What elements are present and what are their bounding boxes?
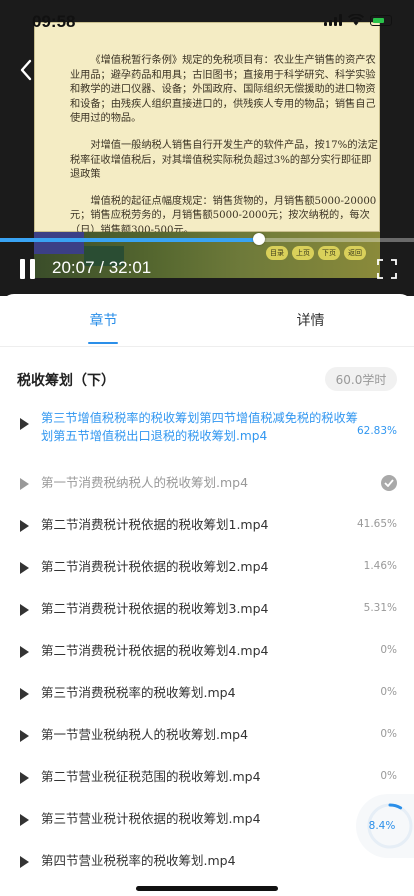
pause-button[interactable]: [18, 259, 38, 281]
lesson-title: 第一节营业税纳税人的税收筹划.mp4: [41, 727, 249, 742]
cellular-signal-icon: [324, 14, 342, 26]
lesson-title: 第二节营业税征税范围的税收筹划.mp4: [41, 769, 261, 784]
lesson-title: 第二节消费税计税依据的税收筹划2.mp4: [41, 559, 269, 574]
course-header: 税收筹划（下） 60.0学时: [0, 347, 414, 405]
lesson-item[interactable]: 第三节消费税税率的税收筹划.mp4 0%: [0, 673, 414, 715]
wifi-icon: [348, 14, 364, 26]
lesson-progress: 41.65%: [356, 518, 397, 530]
lesson-item[interactable]: 第一节营业税纳税人的税收筹划.mp4 0%: [0, 715, 414, 757]
overall-progress-label: 8.4%: [368, 820, 396, 832]
play-icon: [20, 772, 29, 784]
lesson-item[interactable]: 第三节增值税税率的税收筹划第四节增值税减免税的税收筹划第五节增值税出口退税的税收…: [0, 405, 414, 463]
lesson-item[interactable]: 第二节消费税计税依据的税收筹划2.mp4 1.46%: [0, 547, 414, 589]
play-icon: [20, 604, 29, 616]
slide-paragraph: 对增值一般纳税人销售自行开发生产的软件产品，按17%的法定税率征收增值税后，对其…: [70, 139, 378, 181]
chevron-left-icon: [20, 59, 32, 81]
lesson-title: 第二节消费税计税依据的税收筹划4.mp4: [41, 643, 269, 658]
player-controls: 20:07 / 32:01: [0, 250, 414, 290]
lesson-title: 第二节消费税计税依据的税收筹划3.mp4: [41, 601, 269, 616]
completed-check-icon: [381, 475, 397, 491]
tab-details[interactable]: 详情: [207, 294, 414, 346]
back-button[interactable]: [12, 56, 40, 84]
lesson-progress: 0%: [380, 728, 397, 740]
lesson-title: 第三节营业税计税依据的税收筹划.mp4: [41, 811, 261, 826]
playback-time: 20:07 / 32:01: [52, 258, 152, 277]
course-panel: 章节 详情 税收筹划（下） 60.0学时 第三节增值税税率的税收筹划第四节增值税…: [0, 294, 414, 896]
play-icon: [20, 646, 29, 658]
lesson-progress: 62.83%: [356, 425, 397, 437]
play-icon: [20, 814, 29, 826]
home-indicator: [136, 886, 278, 891]
pause-icon-bar: [20, 259, 25, 279]
tab-bar: 章节 详情: [0, 294, 414, 347]
play-icon: [20, 730, 29, 742]
play-icon: [20, 418, 29, 430]
status-icons: [324, 14, 392, 26]
lesson-item[interactable]: 第四节营业税税率的税收筹划.mp4: [0, 841, 414, 883]
course-hours-badge: 60.0学时: [325, 367, 397, 391]
active-tab-indicator: [88, 342, 118, 344]
play-icon: [20, 562, 29, 574]
pause-icon-bar: [30, 259, 35, 279]
overall-progress-widget[interactable]: 8.4%: [356, 794, 414, 858]
play-icon: [20, 856, 29, 868]
lesson-progress: 0%: [380, 770, 397, 782]
slide-text: 《增值税暂行条例》规定的免税项目有：农业生产销售的资产农业用品；避孕药品和用具；…: [70, 54, 380, 251]
lesson-list: 第三节增值税税率的税收筹划第四节增值税减免税的税收筹划第五节增值税出口退税的税收…: [0, 405, 414, 883]
play-icon: [20, 688, 29, 700]
lesson-title: 第三节增值税税率的税收筹划第四节增值税减免税的税收筹划第五节增值税出口退税的税收…: [41, 411, 358, 443]
playback-progress-fill: [0, 238, 260, 242]
status-bar: 09:58: [0, 0, 414, 44]
lesson-progress: 1.46%: [363, 560, 397, 572]
playback-progress-bar[interactable]: [0, 238, 414, 242]
play-icon: [20, 478, 29, 490]
fullscreen-icon: [377, 259, 397, 279]
lesson-title: 第二节消费税计税依据的税收筹划1.mp4: [41, 517, 269, 532]
lecture-slide: 《增值税暂行条例》规定的免税项目有：农业生产销售的资产农业用品；避孕药品和用具；…: [34, 22, 380, 236]
lesson-item[interactable]: 第二节消费税计税依据的税收筹划1.mp4 41.65%: [0, 505, 414, 547]
lesson-title: 第四节营业税税率的税收筹划.mp4: [41, 853, 236, 868]
lesson-item[interactable]: 第一节消费税纳税人的税收筹划.mp4: [0, 463, 414, 505]
status-time: 09:58: [32, 12, 76, 31]
play-icon: [20, 520, 29, 532]
slide-paragraph: 《增值税暂行条例》规定的免税项目有：农业生产销售的资产农业用品；避孕药品和用具；…: [70, 55, 376, 125]
course-title: 税收筹划（下）: [17, 373, 115, 389]
tab-chapters[interactable]: 章节: [0, 294, 207, 346]
lesson-item[interactable]: 第三节营业税计税依据的税收筹划.mp4: [0, 799, 414, 841]
battery-icon: [370, 15, 392, 26]
lesson-item[interactable]: 第二节营业税征税范围的税收筹划.mp4 0%: [0, 757, 414, 799]
lesson-progress: 0%: [380, 644, 397, 656]
lesson-title: 第三节消费税税率的税收筹划.mp4: [41, 685, 236, 700]
lesson-item[interactable]: 第二节消费税计税依据的税收筹划4.mp4 0%: [0, 631, 414, 673]
fullscreen-button[interactable]: [376, 258, 398, 280]
lesson-progress: 0%: [380, 686, 397, 698]
lesson-item[interactable]: 第二节消费税计税依据的税收筹划3.mp4 5.31%: [0, 589, 414, 631]
lesson-progress: 5.31%: [363, 602, 397, 614]
video-player[interactable]: 《增值税暂行条例》规定的免税项目有：农业生产销售的资产农业用品；避孕药品和用具；…: [0, 0, 414, 296]
lesson-title: 第一节消费税纳税人的税收筹划.mp4: [41, 475, 249, 490]
